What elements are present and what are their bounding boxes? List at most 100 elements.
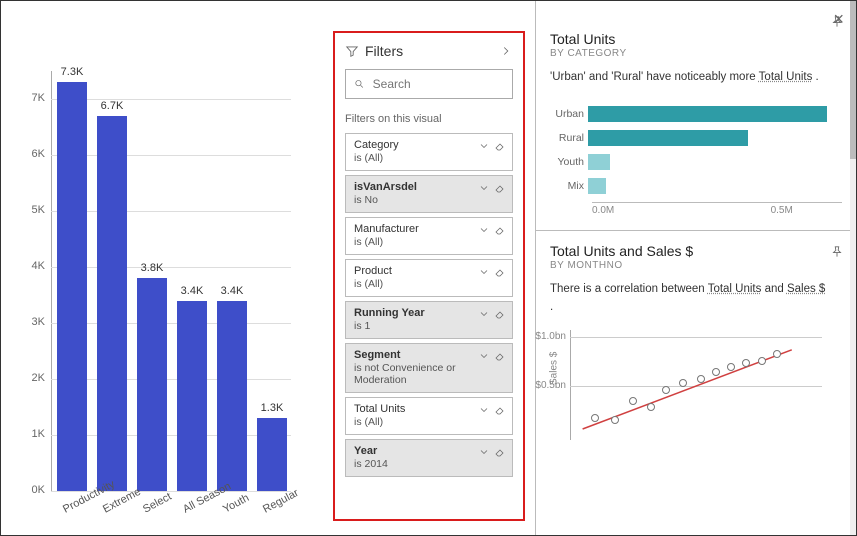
hbar-label: Urban: [550, 108, 588, 120]
filter-row[interactable]: isVanArsdelis No: [345, 175, 513, 213]
hbar-label: Youth: [550, 156, 588, 168]
filter-value: is No: [354, 194, 506, 206]
chevron-down-icon[interactable]: [478, 266, 490, 278]
bar-value-label: 3.4K: [212, 285, 252, 297]
hbar-label: Rural: [550, 132, 588, 144]
filters-title-text: Filters: [365, 43, 403, 59]
desc-link[interactable]: Total Units: [708, 283, 762, 295]
hbar-row[interactable]: Mix: [550, 174, 842, 198]
scatter-point[interactable]: [742, 359, 750, 367]
scatter-point[interactable]: [727, 363, 735, 371]
scatter-point[interactable]: [647, 403, 655, 411]
eraser-icon[interactable]: [494, 350, 506, 362]
filter-value: is not Convenience or Moderation: [354, 362, 506, 386]
scatter-point[interactable]: [629, 397, 637, 405]
hbar-row[interactable]: Youth: [550, 150, 842, 174]
x-tick-label: 0.0M: [592, 205, 614, 216]
filter-row[interactable]: Total Unitsis (All): [345, 397, 513, 435]
category-label: Youth: [221, 492, 251, 516]
bar-value-label: 3.4K: [172, 285, 212, 297]
filters-search-input[interactable]: [371, 76, 504, 92]
scatter-point[interactable]: [712, 368, 720, 376]
hbar-row[interactable]: Urban: [550, 102, 842, 126]
filter-row[interactable]: Running Yearis 1: [345, 301, 513, 339]
filter-value: is (All): [354, 236, 506, 248]
desc-text: There is a correlation between: [550, 283, 708, 295]
x-tick-label: 0.5M: [771, 205, 793, 216]
y-tick-label: 6K: [21, 148, 45, 160]
chevron-right-icon[interactable]: [499, 44, 513, 58]
category-label: Select: [141, 491, 174, 516]
chevron-down-icon[interactable]: [478, 446, 490, 458]
card-subtitle: BY MONTHNO: [550, 260, 842, 271]
desc-text: .: [812, 71, 818, 83]
scatter-point[interactable]: [758, 357, 766, 365]
eraser-icon[interactable]: [494, 404, 506, 416]
scrollbar-thumb[interactable]: [850, 1, 856, 159]
bar-value-label: 1.3K: [252, 402, 292, 414]
eraser-icon[interactable]: [494, 224, 506, 236]
bar[interactable]: [137, 278, 167, 491]
bar[interactable]: [57, 82, 87, 491]
bar[interactable]: [177, 301, 207, 491]
filters-section-label: Filters on this visual: [335, 103, 523, 129]
desc-link[interactable]: Sales $: [787, 283, 825, 295]
card-description: 'Urban' and 'Rural' have noticeably more…: [550, 69, 842, 86]
filter-row[interactable]: Segmentis not Convenience or Moderation: [345, 343, 513, 393]
eraser-icon[interactable]: [494, 308, 506, 320]
y-tick-label: $0.5bn: [526, 380, 566, 391]
chevron-down-icon[interactable]: [478, 140, 490, 152]
hbar-row[interactable]: Rural: [550, 126, 842, 150]
scatter-point[interactable]: [679, 379, 687, 387]
chevron-down-icon[interactable]: [478, 308, 490, 320]
scatter-point[interactable]: [611, 416, 619, 424]
card-title: Total Units and Sales $: [550, 243, 842, 259]
bar-chart[interactable]: 0K1K2K3K4K5K6K7K 7.3K6.7K3.8K3.4K3.4K1.3…: [51, 71, 321, 491]
eraser-icon[interactable]: [494, 446, 506, 458]
scatter-point[interactable]: [662, 386, 670, 394]
y-tick-label: 2K: [21, 372, 45, 384]
desc-text: .: [550, 301, 553, 313]
chevron-down-icon[interactable]: [478, 350, 490, 362]
filter-value: is 1: [354, 320, 506, 332]
scatter-chart[interactable]: Sales $ $0.5bn$1.0bn: [570, 330, 822, 440]
y-tick-label: 1K: [21, 428, 45, 440]
y-tick-label: 5K: [21, 204, 45, 216]
filter-value: is (All): [354, 152, 506, 164]
filter-value: is 2014: [354, 458, 506, 470]
card-description: There is a correlation between Total Uni…: [550, 281, 842, 316]
scatter-point[interactable]: [591, 414, 599, 422]
scatter-point[interactable]: [773, 350, 781, 358]
filters-search[interactable]: [345, 69, 513, 99]
eraser-icon[interactable]: [494, 266, 506, 278]
chevron-down-icon[interactable]: [478, 404, 490, 416]
filter-row[interactable]: Categoryis (All): [345, 133, 513, 171]
pin-icon[interactable]: [830, 15, 844, 32]
filter-row[interactable]: Manufactureris (All): [345, 217, 513, 255]
eraser-icon[interactable]: [494, 140, 506, 152]
filter-icon: [345, 44, 359, 58]
app-frame: 0K1K2K3K4K5K6K7K 7.3K6.7K3.8K3.4K3.4K1.3…: [0, 0, 857, 536]
chevron-down-icon[interactable]: [478, 224, 490, 236]
y-tick-label: 7K: [21, 92, 45, 104]
eraser-icon[interactable]: [494, 182, 506, 194]
desc-text: and: [761, 283, 787, 295]
y-tick-label: 0K: [21, 484, 45, 496]
chevron-down-icon[interactable]: [478, 182, 490, 194]
y-tick-label: $1.0bn: [526, 331, 566, 342]
card-title: Total Units: [550, 31, 842, 47]
filter-value: is (All): [354, 278, 506, 290]
filter-row[interactable]: Yearis 2014: [345, 439, 513, 477]
insights-pane: × Total Units BY CATEGORY 'Urban' and 'R…: [535, 1, 856, 535]
insight-card-units-sales: Total Units and Sales $ BY MONTHNO There…: [536, 231, 856, 450]
bar[interactable]: [217, 301, 247, 491]
y-tick-label: 4K: [21, 260, 45, 272]
desc-link[interactable]: Total Units: [759, 71, 813, 83]
desc-text: 'Urban' and 'Rural' have noticeably more: [550, 71, 759, 83]
scatter-point[interactable]: [697, 375, 705, 383]
filter-row[interactable]: Productis (All): [345, 259, 513, 297]
hbar-chart[interactable]: Urban Rural Youth Mix 0.0M 0.5M: [550, 102, 842, 220]
pin-icon[interactable]: [830, 245, 844, 262]
bar[interactable]: [97, 116, 127, 491]
bar[interactable]: [257, 418, 287, 491]
